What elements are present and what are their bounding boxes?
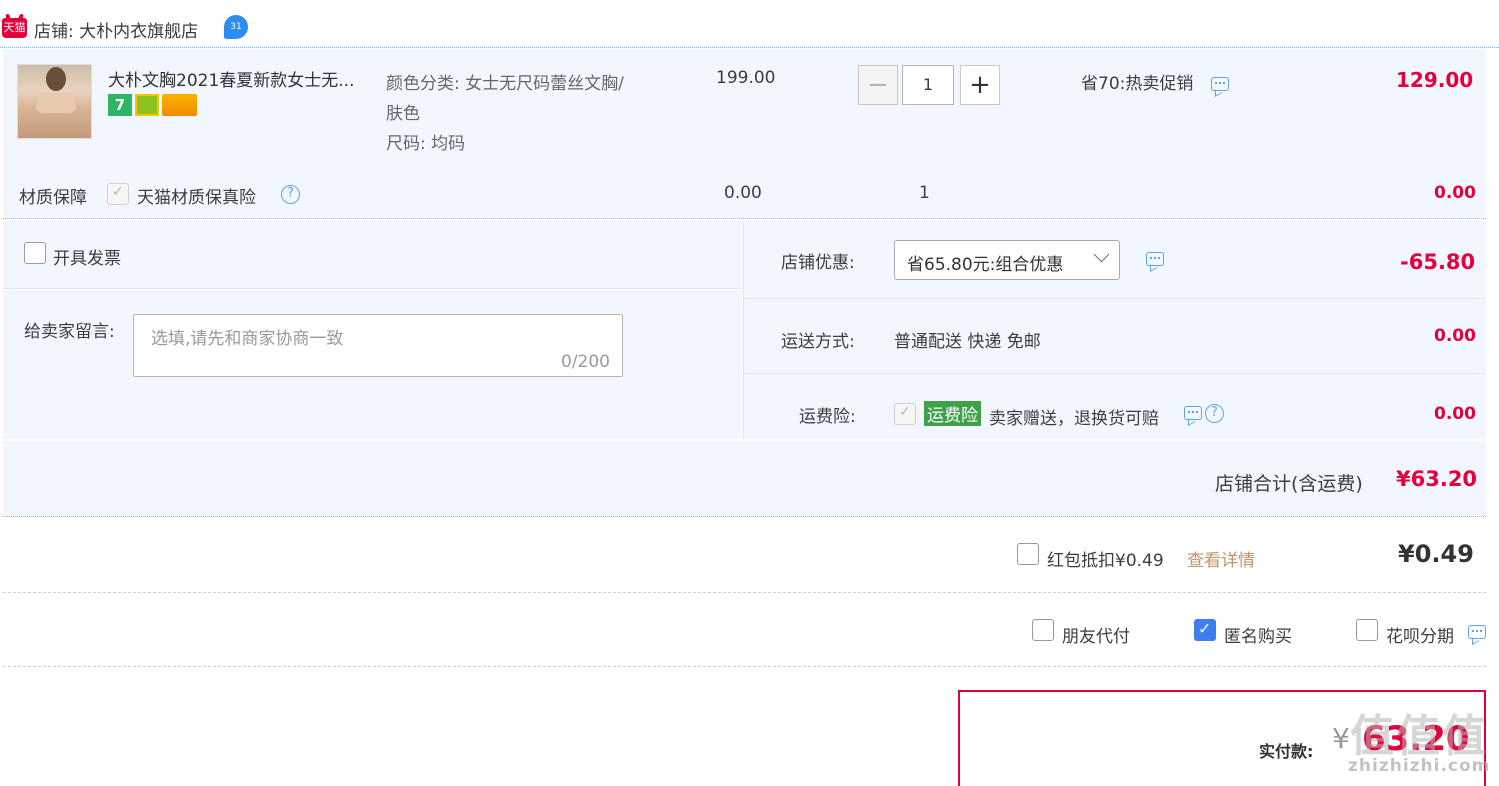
shipping-label: 运送方式: [781, 332, 855, 352]
message-label: 给卖家留言: [24, 322, 115, 342]
help-icon[interactable]: ? [281, 185, 300, 204]
divider [744, 298, 1486, 299]
quantity-plus-button[interactable]: + [960, 65, 1000, 105]
promotion-text: 省70:热卖促销 [1081, 74, 1194, 94]
help-icon[interactable]: ? [1205, 404, 1224, 423]
divider [3, 666, 1486, 667]
friend-pay-label[interactable]: 朋友代付 [1062, 622, 1130, 647]
insurance-price: 0.00 [724, 183, 762, 203]
red-packet-detail-link[interactable]: 查看详情 [1187, 546, 1255, 571]
insurance-checkbox [107, 183, 129, 205]
freight-insurance-checkbox [894, 403, 916, 425]
service-badges: 7 [108, 94, 197, 116]
huabei-chat-icon[interactable] [1468, 625, 1486, 639]
shop-discount-select[interactable]: 省65.80元:组合优惠 [894, 240, 1120, 280]
invoice-label[interactable]: 开具发票 [53, 244, 121, 269]
shop-total-label: 店铺合计(含运费) [1215, 473, 1363, 495]
insurance-label: 材质保障 [19, 188, 87, 208]
shipping-amount: 0.00 [1434, 326, 1476, 346]
sku-color: 颜色分类: 女士无尺码蕾丝文胸/ [386, 74, 624, 94]
shipping-value: 普通配送 快递 免邮 [894, 332, 1041, 352]
product-title-link[interactable]: 大朴文胸2021春夏新款女士无... [108, 66, 354, 91]
shop-total-amount: ¥63.20 [1396, 467, 1478, 491]
promo-chat-icon[interactable] [1211, 77, 1229, 91]
invoice-checkbox[interactable] [24, 242, 46, 264]
divider [744, 373, 1486, 374]
sku-size: 尺码: 均码 [386, 134, 466, 154]
sku-color-cont: 肤色 [386, 104, 420, 124]
anonymous-checkbox[interactable] [1194, 619, 1216, 641]
product-thumbnail[interactable] [17, 64, 92, 139]
chevron-down-icon [1093, 246, 1110, 263]
huabei-checkbox[interactable] [1356, 619, 1378, 641]
insurance-qty: 1 [919, 183, 930, 203]
guarantee-icon [135, 94, 159, 116]
seven-day-return-icon: 7 [108, 94, 132, 116]
freight-chat-icon[interactable] [1184, 406, 1202, 420]
seller-message-input[interactable]: 选填,请先和商家协商一致 0/200 [133, 314, 623, 377]
wangwang-chat-icon[interactable]: 31 [224, 15, 248, 39]
shop-discount-value: 省65.80元:组合优惠 [907, 255, 1064, 275]
freight-insurance-amount: 0.00 [1434, 404, 1476, 424]
quantity-input[interactable]: 1 [902, 65, 954, 105]
freight-insurance-label: 运费险: [799, 407, 856, 427]
freight-insurance-desc: 卖家赠送，退换货可赔 [989, 409, 1159, 429]
unit-price: 199.00 [716, 68, 776, 88]
shop-discount-label: 店铺优惠: [781, 253, 855, 273]
message-placeholder: 选填,请先和商家协商一致 [151, 329, 344, 349]
shop-name-link[interactable]: 店铺: 大朴内衣旗舰店 [34, 17, 198, 42]
anonymous-label[interactable]: 匿名购买 [1224, 622, 1292, 647]
huabei-label[interactable]: 花呗分期 [1386, 622, 1454, 647]
red-packet-amount: ¥0.49 [1398, 540, 1474, 568]
watermark-logo: 值值值 [1350, 711, 1488, 762]
watermark-url: zhizhizhi.com [1348, 756, 1491, 776]
tmall-logo-icon: 天猫 [2, 18, 27, 38]
item-subtotal: 129.00 [1396, 68, 1474, 92]
message-counter: 0/200 [561, 352, 610, 372]
red-packet-checkbox[interactable] [1017, 543, 1039, 565]
freight-insurance-tag: 运费险 [924, 401, 981, 426]
divider [3, 592, 1486, 593]
quantity-minus-button[interactable]: − [858, 65, 898, 105]
credit-card-icon [162, 94, 197, 116]
shop-discount-amount: -65.80 [1400, 250, 1476, 274]
payment-label: 实付款: [1259, 742, 1314, 761]
payment-currency: ¥ [1332, 722, 1350, 755]
insurance-subtotal: 0.00 [1434, 183, 1476, 203]
discount-chat-icon[interactable] [1146, 252, 1164, 266]
friend-pay-checkbox[interactable] [1032, 619, 1054, 641]
red-packet-label[interactable]: 红包抵扣¥0.49 [1047, 546, 1164, 571]
insurance-name: 天猫材质保真险 [137, 188, 256, 208]
